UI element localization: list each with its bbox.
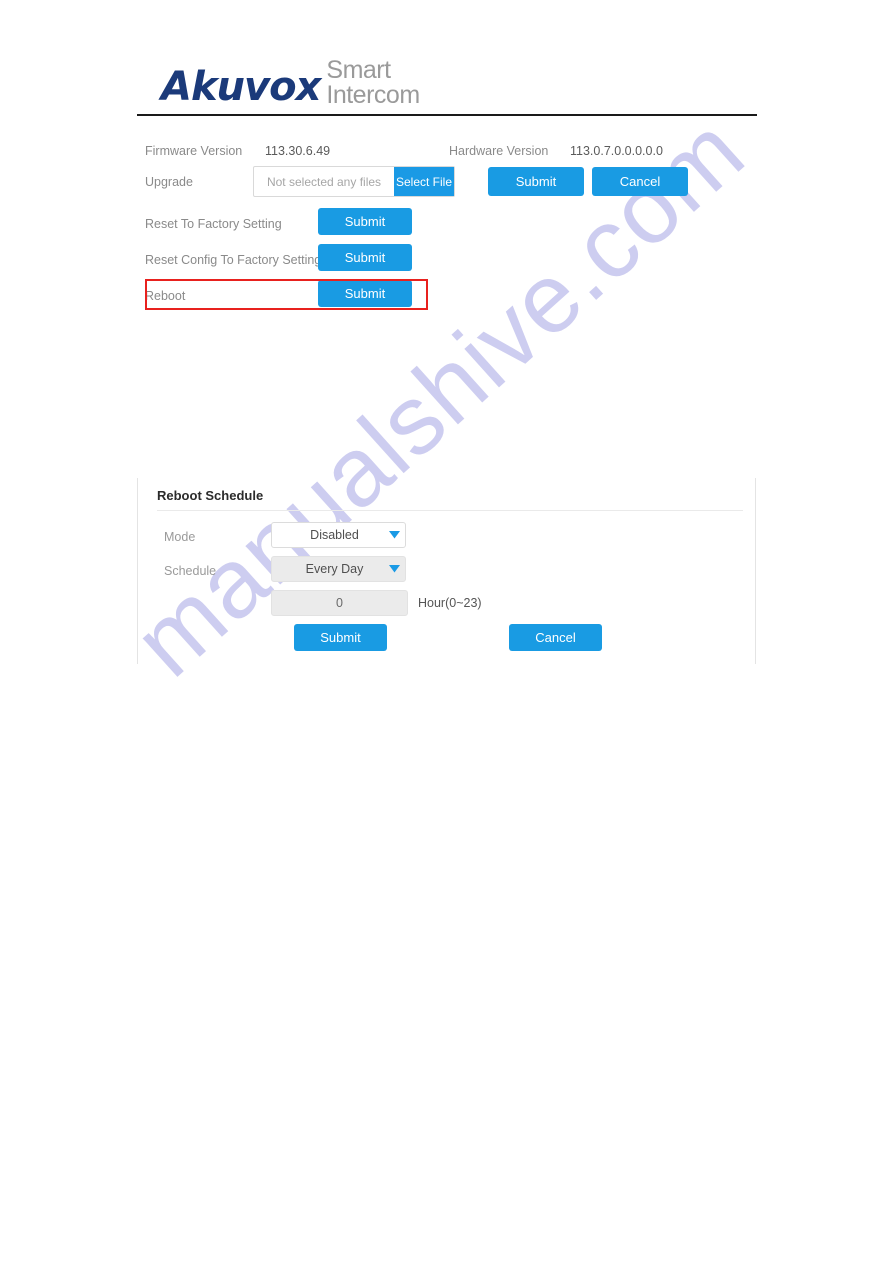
firmware-version-label: Firmware Version <box>145 144 243 158</box>
header-divider <box>137 114 757 116</box>
upgrade-label: Upgrade <box>145 175 193 189</box>
brand-tagline-line2: Intercom <box>326 81 420 109</box>
reboot-schedule-panel: Reboot Schedule Mode Disabled Schedule E… <box>137 478 756 664</box>
document-page: Akuvox Smart Intercom Firmware Version 1… <box>0 0 893 1263</box>
reboot-row-highlight-box <box>145 279 428 310</box>
akuvox-logo: Akuvox Smart Intercom <box>161 56 420 110</box>
hardware-version-label: Hardware Version <box>449 144 549 158</box>
brand-tagline-line1: Smart <box>326 56 391 84</box>
upgrade-submit-button[interactable]: Submit <box>488 167 584 196</box>
chevron-down-icon <box>383 565 405 573</box>
firmware-file-picker[interactable]: Not selected any files Select File <box>253 166 455 197</box>
schedule-cancel-button[interactable]: Cancel <box>509 624 602 651</box>
reboot-schedule-title: Reboot Schedule <box>157 488 264 503</box>
schedule-select[interactable]: Every Day <box>271 556 406 582</box>
firmware-version-value: 113.30.6.49 <box>265 144 331 158</box>
hour-input[interactable]: 0 <box>271 590 408 616</box>
reset-factory-row: Reset To Factory Setting Submit <box>137 208 757 244</box>
version-row: Firmware Version 113.30.6.49 Hardware Ve… <box>137 140 757 166</box>
hardware-version-value: 113.0.7.0.0.0.0.0 <box>570 144 663 158</box>
mode-label: Mode <box>164 530 196 544</box>
schedule-select-value: Every Day <box>305 562 364 576</box>
reset-config-submit-button[interactable]: Submit <box>318 244 412 271</box>
upgrade-cancel-button[interactable]: Cancel <box>592 167 688 196</box>
file-name-display: Not selected any files <box>266 174 382 189</box>
schedule-label: Schedule <box>164 564 217 578</box>
hour-range-hint: Hour(0~23) <box>418 596 482 610</box>
reset-factory-submit-button[interactable]: Submit <box>318 208 412 235</box>
reset-factory-label: Reset To Factory Setting <box>145 217 282 231</box>
reset-config-row: Reset Config To Factory Setting Submit <box>137 244 757 280</box>
upgrade-row: Upgrade Not selected any files Select Fi… <box>137 166 757 208</box>
brand-name: Akuvox <box>161 64 321 110</box>
chevron-down-icon <box>383 531 405 539</box>
brand-tagline: Smart Intercom <box>326 56 420 109</box>
reset-config-label: Reset Config To Factory Setting <box>145 253 322 267</box>
page-header: Akuvox Smart Intercom <box>137 58 757 116</box>
select-file-button[interactable]: Select File <box>394 167 454 196</box>
schedule-submit-button[interactable]: Submit <box>294 624 387 651</box>
mode-select[interactable]: Disabled <box>271 522 406 548</box>
mode-select-value: Disabled <box>310 528 359 542</box>
panel-title-divider <box>157 510 743 511</box>
